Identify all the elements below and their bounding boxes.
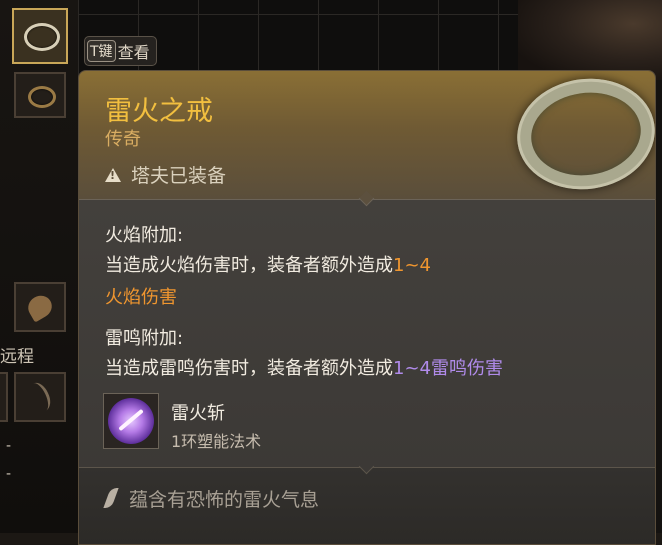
spell-icon-frame xyxy=(103,393,159,449)
flavor-text: 蕴含有恐怖的雷火气息 xyxy=(129,489,320,511)
property-title-thunder: 雷鸣附加: xyxy=(105,328,184,349)
property-value: 1~4雷鸣伤害 xyxy=(393,358,503,379)
equip-slot-ranged-edge[interactable] xyxy=(0,372,8,422)
character-art xyxy=(518,0,662,80)
flavor-row: 蕴含有恐怖的雷火气息 xyxy=(105,485,319,512)
property-text: 当造成雷鸣伤害时，装备者额外造成 xyxy=(105,358,393,379)
warning-icon xyxy=(105,167,121,182)
dash: - xyxy=(6,438,12,454)
item-tooltip: 雷火之戒 传奇 塔夫已装备 火焰附加: 当造成火焰伤害时，装备者额外造成1~4 … xyxy=(78,70,656,545)
spell-name: 雷火斩 xyxy=(171,403,225,424)
thunder-fire-slash-icon xyxy=(108,398,154,444)
property-text: 当造成火焰伤害时，装备者额外造成 xyxy=(105,255,393,276)
ring-icon xyxy=(28,86,56,108)
lute-icon xyxy=(24,291,56,323)
ranged-label: 远程 xyxy=(0,347,34,367)
bow-icon xyxy=(24,379,55,415)
property-title-fire: 火焰附加: xyxy=(105,225,184,246)
equip-slot-instrument[interactable] xyxy=(14,282,66,332)
t-key-hint: T键 xyxy=(87,40,116,62)
spell-level: 1环塑能法术 xyxy=(171,432,262,451)
dash: - xyxy=(6,466,12,482)
equip-slot-ring-2[interactable] xyxy=(14,72,66,118)
property-desc-thunder: 当造成雷鸣伤害时，装备者额外造成1~4雷鸣伤害 xyxy=(105,354,503,380)
property-value: 1~4 xyxy=(393,255,431,276)
inspect-button[interactable]: T键 查看 xyxy=(84,36,157,66)
item-name: 雷火之戒 xyxy=(105,96,213,127)
property-desc-fire: 当造成火焰伤害时，装备者额外造成1~4 xyxy=(105,251,431,277)
equip-slot-ranged[interactable] xyxy=(14,372,66,422)
property-damage-type: 火焰伤害 xyxy=(105,287,177,308)
item-rarity: 传奇 xyxy=(105,129,141,150)
quill-icon xyxy=(105,488,117,510)
inspect-label: 查看 xyxy=(117,43,150,62)
equip-slot-ring-1[interactable] xyxy=(12,8,68,64)
ring-icon xyxy=(24,23,60,51)
equipped-status-text: 塔夫已装备 xyxy=(131,165,227,187)
equipped-status: 塔夫已装备 xyxy=(105,161,226,188)
